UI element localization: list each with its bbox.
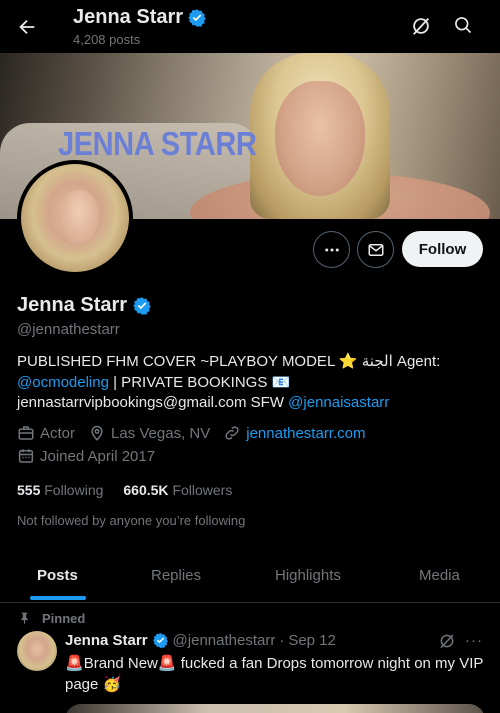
meta-location-text: Las Vegas, NV — [111, 424, 211, 442]
bio-text: | PRIVATE BOOKINGS — [108, 373, 272, 391]
bio-line-3: jennastarrvipbookings@gmail.com SFW @jen… — [17, 393, 487, 414]
tab-replies[interactable]: Replies — [151, 548, 201, 602]
not-followed-note: Not followed by anyone you’re following — [17, 513, 246, 528]
header-name: Jenna Starr — [73, 6, 184, 28]
meta-joined: Joined April 2017 — [17, 447, 155, 465]
following-label: Following — [44, 482, 104, 498]
pin-icon — [21, 612, 28, 624]
profile-avatar[interactable] — [17, 160, 133, 276]
pinned-label: Pinned — [42, 611, 86, 626]
bio-text: الجنة Agent: — [357, 353, 441, 370]
location-pin-icon — [91, 425, 103, 441]
profile-handle: @jennathestarr — [17, 321, 120, 338]
briefcase-icon — [18, 426, 34, 440]
tab-highlights[interactable]: Highlights — [275, 548, 341, 602]
profile-bio: PUBLISHED FHM COVER ~PLAYBOY MODEL ⭐ الج… — [17, 352, 487, 414]
header-title: Jenna Starr — [73, 6, 207, 29]
profile-name: Jenna Starr — [17, 294, 152, 317]
meta-website[interactable]: jennathestarr.com — [223, 424, 365, 442]
bio-mention-jennaisastarr[interactable]: @jennaisastarr — [288, 394, 389, 411]
follow-button[interactable]: Follow — [402, 231, 483, 267]
back-button[interactable] — [14, 14, 40, 40]
tab-posts[interactable]: Posts — [37, 548, 78, 602]
post-avatar[interactable] — [17, 631, 57, 671]
banner-text: JENNA STARR — [58, 125, 257, 162]
grok-button[interactable] — [410, 15, 434, 39]
website-link[interactable]: jennathestarr.com — [246, 425, 365, 442]
grok-icon — [440, 634, 454, 649]
siren-emoji: 🚨 — [65, 655, 84, 672]
bio-text: PUBLISHED FHM COVER ~PLAYBOY MODEL — [17, 353, 339, 370]
profile-name-text: Jenna Starr — [17, 294, 128, 316]
party-emoji: 🥳 — [102, 676, 122, 693]
post-separator: · — [279, 632, 285, 649]
post-header: Jenna Starr @jennathestarr · Sep 12 — [65, 632, 336, 649]
verified-badge-icon — [188, 8, 206, 27]
profile-meta: Actor Las Vegas, NV jennathestarr.com — [17, 424, 378, 442]
followers-label: Followers — [172, 482, 233, 498]
envelope-emoji: 📧 — [271, 373, 291, 391]
profile-tabs: Posts Replies Highlights Media — [0, 548, 500, 603]
profile-joined: Joined April 2017 — [17, 447, 168, 465]
arrow-left-icon — [19, 19, 35, 35]
tab-media[interactable]: Media — [419, 548, 460, 602]
more-icon — [324, 248, 339, 251]
verified-badge-icon[interactable] — [132, 296, 152, 316]
bio-line-2: @ocmodeling | PRIVATE BOOKINGS 📧 — [17, 373, 487, 394]
grok-icon — [412, 18, 430, 35]
siren-emoji: 🚨 — [157, 655, 177, 672]
meta-location: Las Vegas, NV — [88, 424, 210, 442]
star-emoji: ⭐ — [338, 353, 358, 370]
more-button[interactable] — [313, 231, 350, 268]
bio-mention-ocmodeling[interactable]: @ocmodeling — [17, 374, 109, 391]
message-button[interactable] — [357, 231, 394, 268]
following-stat[interactable]: 555 Following — [17, 482, 103, 498]
pinned-indicator: Pinned — [21, 611, 86, 626]
post-text-a: Brand New — [83, 655, 158, 672]
avatar-face — [59, 190, 99, 244]
post-more-button[interactable]: ··· — [465, 632, 483, 649]
bio-line-1: PUBLISHED FHM COVER ~PLAYBOY MODEL ⭐ الج… — [17, 352, 487, 373]
meta-category-text: Actor — [40, 424, 76, 442]
link-icon — [225, 426, 239, 440]
post-media[interactable] — [65, 704, 485, 713]
search-icon — [455, 17, 472, 34]
post-author-name[interactable]: Jenna Starr — [65, 632, 148, 649]
meta-category: Actor — [17, 424, 75, 442]
followers-stat[interactable]: 660.5K Followers — [123, 482, 232, 498]
verified-badge-icon — [152, 633, 168, 648]
post-grok-button[interactable] — [438, 632, 456, 655]
banner-face — [275, 81, 365, 196]
top-bar: Jenna Starr 4,208 posts — [0, 0, 500, 53]
calendar-icon — [18, 449, 34, 463]
post-author-handle[interactable]: @jennathestarr — [173, 632, 276, 649]
active-tab-indicator — [30, 596, 86, 600]
joined-text: Joined April 2017 — [40, 447, 156, 465]
followers-count: 660.5K — [123, 482, 169, 498]
bio-text: jennastarrvipbookings@gmail.com SFW — [17, 394, 289, 411]
posts-count: 4,208 posts — [73, 32, 141, 47]
search-button[interactable] — [453, 15, 477, 39]
following-count: 555 — [17, 482, 41, 498]
post-text: 🚨Brand New🚨 fucked a fan Drops tomorrow … — [65, 653, 485, 695]
post-date[interactable]: Sep 12 — [288, 632, 336, 649]
mail-icon — [368, 243, 383, 256]
follow-stats: 555 Following 660.5K Followers — [17, 482, 232, 498]
